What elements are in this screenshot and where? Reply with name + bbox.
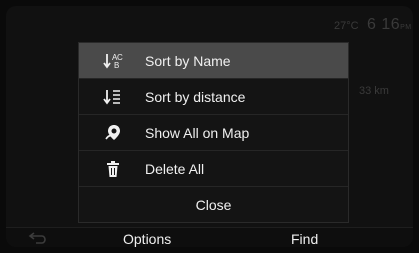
clock: 6 16PM bbox=[367, 16, 412, 34]
sort-alpha-icon: A C B bbox=[103, 51, 123, 71]
background-distance: 33 km bbox=[359, 85, 389, 97]
menu-item-label: Sort by Name bbox=[145, 53, 231, 69]
screen-frame: 27°C 6 16PM 33 km A C B Sort by Name Sor… bbox=[6, 6, 413, 247]
clock-time: 6 16 bbox=[367, 16, 401, 33]
menu-item-show-all-on-map[interactable]: Show All on Map bbox=[79, 115, 348, 151]
sort-list-icon bbox=[103, 87, 123, 107]
close-button[interactable]: Close bbox=[79, 188, 348, 222]
bottom-bar: Options Find bbox=[6, 227, 413, 247]
options-button[interactable]: Options bbox=[123, 231, 171, 247]
menu-item-label: Sort by distance bbox=[145, 89, 246, 105]
find-button[interactable]: Find bbox=[291, 231, 318, 247]
menu-item-label: Show All on Map bbox=[145, 125, 250, 141]
menu-item-delete-all[interactable]: Delete All bbox=[79, 151, 348, 187]
svg-text:B: B bbox=[114, 61, 119, 70]
trash-icon bbox=[103, 159, 123, 179]
back-arrow-icon[interactable] bbox=[28, 231, 48, 245]
clock-ampm: PM bbox=[400, 24, 412, 31]
temperature-readout: 27°C bbox=[334, 20, 359, 32]
menu-item-sort-by-distance[interactable]: Sort by distance bbox=[79, 79, 348, 115]
menu-item-label: Delete All bbox=[145, 161, 205, 177]
options-menu: A C B Sort by Name Sort by distance Show… bbox=[78, 42, 349, 223]
menu-item-sort-by-name[interactable]: A C B Sort by Name bbox=[79, 43, 348, 79]
map-pin-icon bbox=[103, 123, 123, 143]
